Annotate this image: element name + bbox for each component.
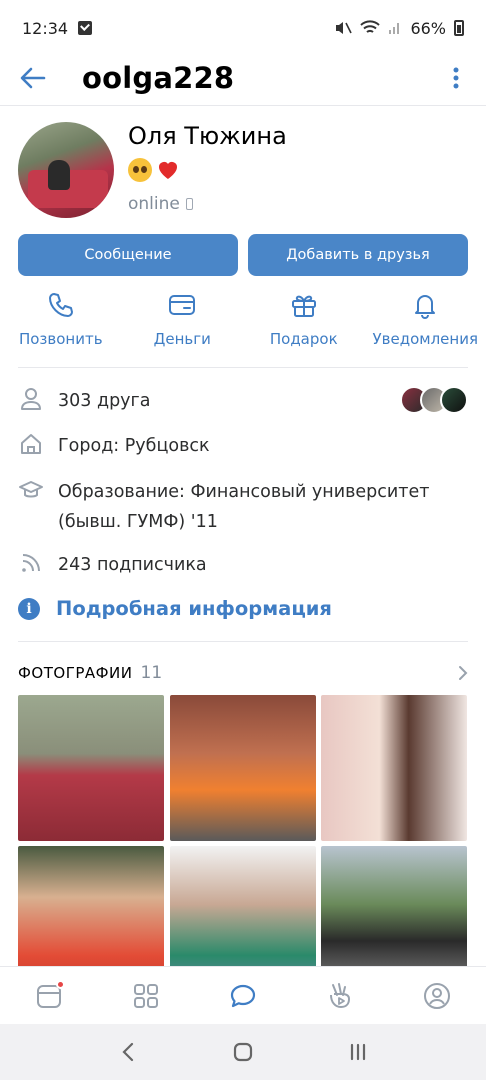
- app-header: oolga228: [0, 50, 486, 106]
- bell-icon: [415, 295, 436, 319]
- signal-icon: [389, 23, 400, 34]
- wallet-icon: [169, 295, 196, 315]
- tab-news[interactable]: [25, 972, 73, 1020]
- home-square-icon: [233, 1042, 253, 1062]
- heart-icon: [156, 158, 180, 182]
- city-text: Город: Рубцовск: [58, 436, 210, 456]
- divider: [18, 641, 468, 642]
- tab-services[interactable]: [122, 972, 170, 1020]
- call-action[interactable]: Позвонить: [0, 290, 122, 360]
- battery-icon: [454, 20, 464, 36]
- notifications-action[interactable]: Уведомления: [365, 290, 486, 360]
- chevron-right-icon: [459, 666, 468, 680]
- notification-badge: [55, 979, 65, 989]
- gift-icon: [291, 295, 316, 317]
- wifi-icon: [360, 20, 381, 33]
- battery-percent: 66%: [410, 18, 446, 38]
- photo-thumbnail[interactable]: [18, 695, 164, 841]
- status-emojis: [128, 158, 287, 184]
- followers-row[interactable]: 243 подписчика: [18, 550, 468, 580]
- back-button[interactable]: [18, 63, 48, 93]
- action-buttons: Сообщение Добавить в друзья: [18, 234, 468, 276]
- tab-profile[interactable]: [413, 972, 461, 1020]
- rss-icon: [22, 554, 40, 572]
- recents-icon: [351, 1043, 366, 1061]
- city-row: Город: Рубцовск: [18, 431, 468, 461]
- quick-actions: Позвонить Деньги Подарок Уведомления: [0, 290, 486, 360]
- more-info-label: Подробная информация: [56, 597, 332, 620]
- mobile-icon: [185, 198, 193, 210]
- gift-action[interactable]: Подарок: [243, 290, 365, 360]
- friends-row[interactable]: 303 друга: [18, 386, 468, 416]
- tab-bar: [0, 966, 486, 1024]
- tab-messages[interactable]: [219, 972, 267, 1020]
- mute-icon: [336, 22, 353, 34]
- add-friend-button[interactable]: Добавить в друзья: [248, 234, 468, 276]
- photo-thumbnail[interactable]: [321, 695, 467, 841]
- phone-icon: [48, 293, 73, 317]
- online-status: online: [128, 194, 287, 214]
- graduation-cap-icon: [19, 481, 43, 498]
- system-nav-bar: [0, 1024, 486, 1080]
- photos-title: ФОТОГРАФИИ: [18, 664, 133, 682]
- money-label: Деньги: [153, 330, 211, 348]
- notification-check-icon: [78, 21, 93, 35]
- system-home-button[interactable]: [223, 1032, 263, 1072]
- arrow-left-icon: [20, 67, 46, 88]
- divider: [18, 367, 468, 368]
- status-time: 12:34: [22, 18, 69, 38]
- clips-icon: [330, 982, 351, 1008]
- chevron-left-icon: [122, 1042, 133, 1062]
- education-text: Образование: Финансовый университет (быв…: [58, 482, 430, 532]
- message-button[interactable]: Сообщение: [18, 234, 238, 276]
- more-button[interactable]: [444, 63, 468, 93]
- friends-count: 303 друга: [58, 391, 151, 411]
- photo-thumbnail[interactable]: [170, 695, 316, 841]
- system-back-button[interactable]: [108, 1032, 148, 1072]
- status-bar: 12:34 66%: [0, 0, 486, 56]
- display-name: Оля Тюжина: [128, 122, 287, 150]
- messages-icon: [230, 984, 256, 1007]
- page-title: oolga228: [82, 60, 235, 95]
- friends-avatars[interactable]: [400, 386, 468, 414]
- followers-count: 243 подписчика: [58, 555, 207, 575]
- info-icon: i: [18, 597, 40, 620]
- system-recents-button[interactable]: [338, 1032, 378, 1072]
- avatar[interactable]: [18, 122, 114, 218]
- photos-header[interactable]: ФОТОГРАФИИ 11: [18, 658, 468, 688]
- profile-card: Оля Тюжина online: [18, 122, 468, 222]
- more-vertical-icon: [453, 67, 459, 88]
- friend-avatar: [440, 386, 468, 414]
- online-status-label: online: [128, 194, 180, 214]
- services-icon: [133, 983, 158, 1008]
- call-label: Позвонить: [18, 330, 103, 348]
- photos-count: 11: [140, 663, 163, 683]
- gift-label: Подарок: [269, 330, 338, 348]
- user-icon: [21, 388, 41, 410]
- pleading-face-icon: [128, 158, 152, 182]
- notifications-label: Уведомления: [372, 330, 478, 348]
- profile-icon: [424, 982, 451, 1009]
- more-info-link[interactable]: i Подробная информация: [18, 597, 332, 620]
- tab-clips[interactable]: [316, 972, 364, 1020]
- education-row: Образование: Финансовый университет (быв…: [18, 477, 468, 537]
- home-icon: [21, 434, 41, 454]
- money-action[interactable]: Деньги: [122, 290, 244, 360]
